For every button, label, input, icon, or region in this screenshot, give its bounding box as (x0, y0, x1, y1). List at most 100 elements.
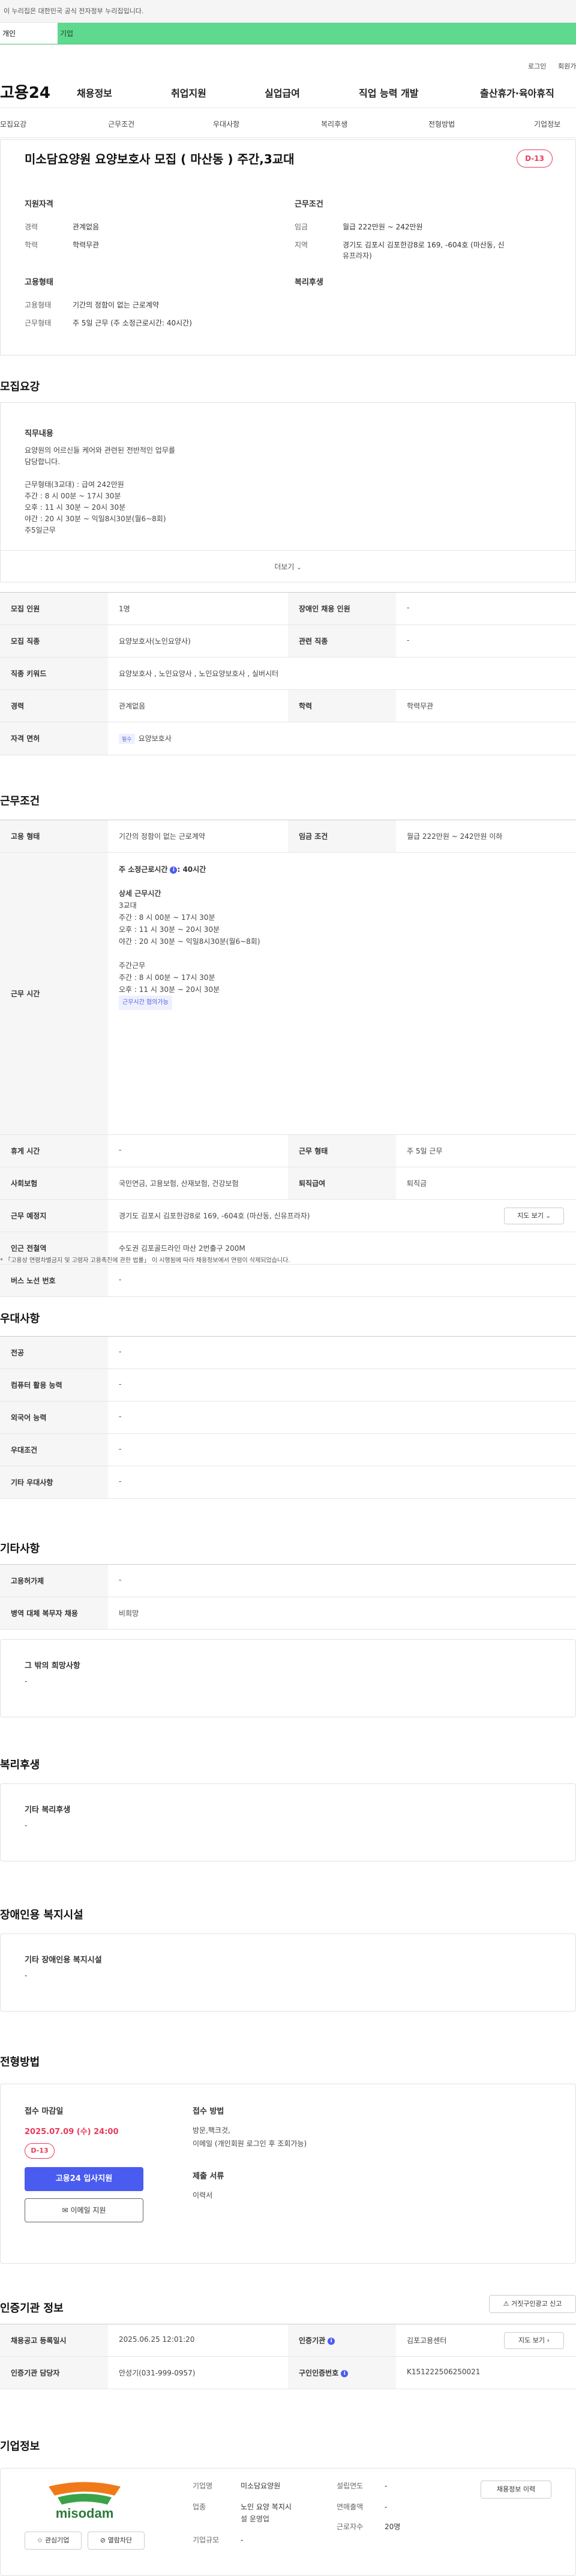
lnb-company[interactable]: 기업정보 (534, 119, 560, 129)
report-button[interactable]: ⚠ 거짓구인광고 신고 (489, 2295, 576, 2313)
fav-company-button[interactable]: ☆ 관심기업 (25, 2532, 82, 2550)
company-title: 기업정보 (0, 2440, 40, 2453)
tab-personal[interactable]: 개인 (0, 23, 58, 44)
required-chip: 필수 (119, 734, 135, 744)
table-header-cell: 퇴직급여 (288, 1167, 396, 1199)
text-label: 3교대 (119, 901, 137, 910)
text-label: 주간 : 8 시 00분 ~ 17시 30분 (119, 973, 215, 982)
email-apply-button[interactable]: ✉ 이메일 지원 (25, 2198, 143, 2222)
table-row: 전공 - (0, 1337, 576, 1369)
text-label: 20명 (385, 2523, 401, 2531)
agency-map-button[interactable]: 지도 보기 › (504, 2332, 564, 2349)
hours-negotiable-tag: 근무시간 협의가능 (119, 996, 172, 1010)
table-cell: 퇴직금 (407, 1179, 427, 1188)
chevron-right-icon: › (547, 2336, 550, 2344)
company-logo: misodam (25, 2481, 145, 2523)
signup-link[interactable]: 회원가입 (558, 61, 576, 71)
text-label: - (25, 1821, 28, 1830)
text-label: - (25, 1677, 28, 1686)
method-heading: 접수 방법 (193, 2107, 224, 2116)
etc-title: 기타사항 (0, 1543, 40, 1555)
text-label: 지역 (295, 241, 308, 249)
deadline-value: 2025.07.09 (수) 24:00 (25, 2127, 119, 2136)
lnb-recruit[interactable]: 모집요강 (0, 119, 26, 129)
table-cell: 요양보호사 , 노인요양사 , 노인요양보호사 , 실버시터 (119, 670, 279, 678)
nav-unemployment-benefit[interactable]: 실업급여 (265, 85, 300, 100)
table-cell: - (119, 1445, 122, 1453)
text-label: 관계없음 (73, 223, 100, 231)
nav-parental-leave[interactable]: 출산휴가·육아휴직 (480, 85, 554, 100)
more-button[interactable]: 더보기 ⌄ (1, 550, 575, 582)
site-logo[interactable]: 고용24 (0, 80, 50, 103)
text-label: 관심기업 (44, 2536, 70, 2544)
text-label: 열람차단 (107, 2536, 133, 2544)
job-title: 미소담요양원 요양보호사 모집 ( 마산동 ) 주간,3교대 (25, 152, 295, 166)
table-header-cell: 우대조건 (0, 1434, 108, 1466)
nav-job-info[interactable]: 채용정보 (77, 85, 112, 100)
info-icon[interactable]: i (170, 866, 178, 874)
text-label: 학력무관 (73, 241, 100, 249)
text-label (119, 948, 565, 960)
disab-box: 기타 장애인용 복지시설 - (0, 1934, 576, 2012)
map-button[interactable]: 지도 보기 ⌄ (504, 1208, 564, 1224)
apply-button[interactable]: 고용24 입사지원 (25, 2167, 143, 2191)
text-label: 미소담요양원 (241, 2482, 281, 2490)
docs-heading: 제출 서류 (193, 2172, 224, 2181)
table-row: 컴퓨터 활용 능력 - (0, 1369, 576, 1401)
tab-company[interactable]: 기업 (58, 23, 115, 44)
table-cell: 1명 (119, 605, 130, 613)
table-cell: K151222506250021 (407, 2368, 481, 2376)
text-label: 월급 222만원 ~ 242만원 (343, 223, 423, 231)
table-cell: 학력무관 (407, 702, 434, 710)
table-header-cell: 버스 노선 번호 (0, 1265, 108, 1296)
info-icon[interactable]: i (341, 2369, 349, 2377)
text-label: 오후 : 11 시 30분 ~ 20시 30분 (119, 925, 220, 934)
emptype-heading: 고용형태 (25, 278, 53, 287)
welfare-title: 복리후생 (0, 1759, 40, 1771)
lnb-pref[interactable]: 우대사항 (213, 119, 239, 129)
table-header-cell: 고용허가제 (0, 1565, 108, 1597)
table-row: 근무 예정지 경기도 김포시 김포한강8로 169, -604호 (마산동, 신유… (0, 1200, 576, 1232)
text-label: 주간 : 8 시 00분 ~ 17시 30분 (119, 913, 215, 922)
duty-box: 직무내용 요양원의 어르신들 케어와 관련된 전반적인 업무를 담당합니다. 근무… (0, 402, 576, 582)
table-cell: - (119, 1477, 122, 1486)
text-label: 노인 요양 복지시 (241, 2503, 292, 2511)
career-field: 경력 관계없음 (25, 222, 99, 232)
table-header-cell: 고용 형태 (0, 820, 108, 852)
table-header-cell: 근무 예정지 (0, 1200, 108, 1232)
table-header-cell: 장애인 채용 인원 (288, 593, 396, 624)
table-row: 고용허가제 - (0, 1565, 576, 1597)
text-label: 업종 (193, 2503, 206, 2511)
text-label: 상세 근무시간 (119, 889, 161, 898)
lnb-welfare[interactable]: 복리후생 (321, 119, 347, 129)
login-link[interactable]: 로그인 (528, 61, 546, 71)
table-cell: - (119, 1412, 122, 1421)
history-button[interactable]: 채용정보 이력 (481, 2481, 551, 2499)
text-label: 지도 보기 (518, 2336, 545, 2344)
mail-icon: ✉ (62, 2206, 68, 2215)
table-row: 휴게 시간 - 근무 형태 주 5일 근무 (0, 1135, 576, 1167)
text-label: 요양보호사 (138, 734, 172, 743)
table-header-cell: 휴게 시간 (0, 1135, 108, 1167)
edu-field: 학력 학력무관 (25, 240, 99, 250)
region-field: 지역 경기도 김포시 김포한강8로 169, -604호 (마산동, 신 (295, 240, 505, 250)
region-field-line2: 유프라자) (343, 252, 372, 260)
agency-title: 인증기관 정보 (0, 2302, 64, 2315)
recruit-title: 모집요강 (0, 381, 40, 393)
table-cell: 국민연금, 고용보험, 산재보험, 건강보험 (119, 1179, 239, 1188)
table-cell: 요양보호사(노인요양사) (119, 637, 191, 646)
block-company-button[interactable]: ⊘ 열람차단 (88, 2532, 145, 2550)
table-header-cell: 근무 시간 (0, 853, 108, 1134)
table-row: 자격 면허 필수 요양보호사 (0, 722, 576, 755)
text-label: 기간의 정함이 없는 근로계약 (73, 301, 159, 309)
text-label: 야간 : 20 시 30분 ~ 익일8시30분(월6~8회) (25, 515, 166, 523)
text-label: 구인인증번호 (299, 2369, 339, 2377)
lnb-work[interactable]: 근무조건 (108, 119, 134, 129)
info-icon[interactable]: i (328, 2337, 335, 2345)
table-header-cell: 학력 (288, 690, 396, 722)
text-label: - (25, 1971, 28, 1980)
nav-vocational-training[interactable]: 직업 능력 개발 (359, 85, 418, 100)
lnb-apply[interactable]: 전형방법 (428, 119, 455, 129)
user-type-tabs: 개인 기업 (0, 23, 576, 44)
nav-employment-support[interactable]: 취업지원 (171, 85, 206, 100)
